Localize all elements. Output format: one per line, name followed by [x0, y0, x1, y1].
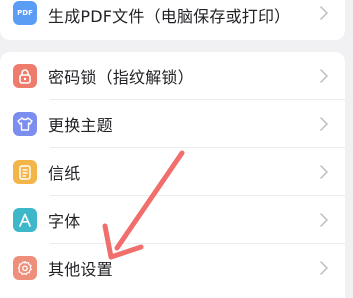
- chevron-right-icon: [320, 213, 328, 227]
- pdf-icon-text: PDF: [17, 9, 33, 17]
- chevron-right-icon: [320, 261, 328, 275]
- chevron-right-icon: [320, 117, 328, 131]
- settings-item-label: 字体: [48, 212, 81, 231]
- settings-item-label: 更换主题: [48, 116, 113, 135]
- settings-item-theme[interactable]: 更换主题: [0, 100, 345, 148]
- settings-item-font[interactable]: 字体: [0, 196, 345, 244]
- chevron-right-icon: [320, 165, 328, 179]
- settings-card: 密码锁（指纹解锁） 更换主题 信纸 字体 其他设置: [0, 52, 345, 298]
- settings-gear-icon: [13, 256, 37, 280]
- shirt-icon: [13, 112, 37, 136]
- chevron-right-icon: [320, 69, 328, 83]
- export-pdf-row[interactable]: PDF 生成PDF文件（电脑保存或打印）: [0, 0, 345, 26]
- settings-item-password-lock[interactable]: 密码锁（指纹解锁）: [0, 52, 345, 100]
- export-card: PDF 生成PDF文件（电脑保存或打印）: [0, 0, 345, 40]
- settings-item-label: 密码锁（指纹解锁）: [48, 68, 194, 87]
- note-paper-icon: [13, 160, 37, 184]
- pdf-icon: PDF: [13, 1, 37, 25]
- chevron-right-icon: [320, 6, 328, 20]
- lock-icon: [13, 64, 37, 88]
- font-a-icon: [13, 208, 37, 232]
- settings-item-label: 其他设置: [48, 260, 113, 279]
- settings-item-label: 信纸: [48, 164, 81, 183]
- settings-item-other-settings[interactable]: 其他设置: [0, 244, 345, 292]
- export-pdf-label: 生成PDF文件（电脑保存或打印）: [48, 7, 291, 26]
- settings-item-letter-paper[interactable]: 信纸: [0, 148, 345, 196]
